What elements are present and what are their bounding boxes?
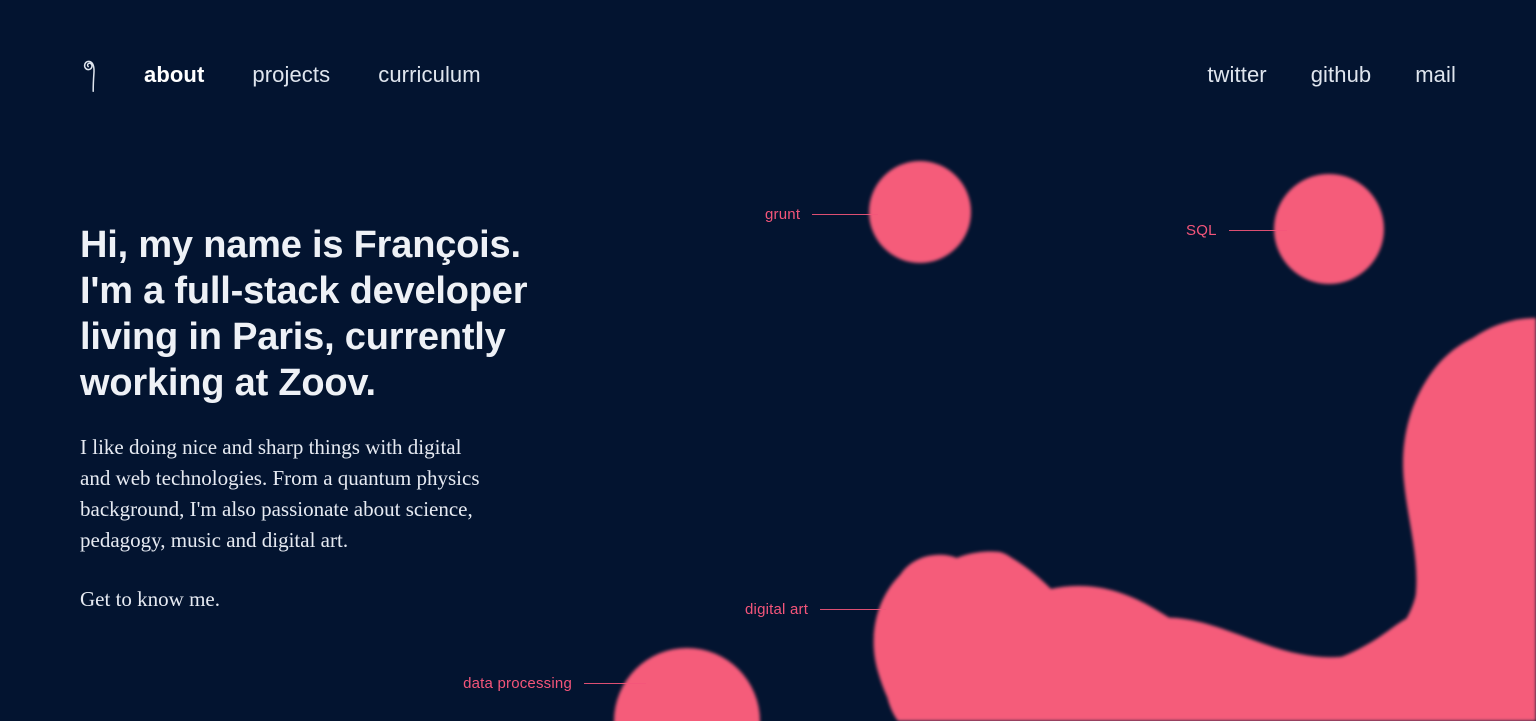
nav-link-github[interactable]: github (1311, 64, 1372, 86)
callout-digital-art: digital art (745, 599, 887, 621)
callout-leader-line (584, 683, 646, 685)
callout-leader-line (1228, 230, 1287, 232)
hero-paragraph-2: Get to know me. (80, 587, 220, 611)
callout-leader-line (812, 214, 879, 216)
blob-wave-left-lobe (873, 554, 1115, 721)
top-navigation: about projects curriculum twitter github… (0, 0, 1536, 150)
hero-paragraph-1: I like doing nice and sharp things with … (80, 435, 480, 552)
nav-link-projects[interactable]: projects (252, 64, 330, 86)
nav-link-about[interactable]: about (144, 64, 204, 86)
blob-large-right (1185, 328, 1536, 721)
callout-sql: SQL (1186, 220, 1287, 242)
callout-leader-line (820, 609, 887, 611)
blob-right-shoulder (1415, 318, 1536, 488)
nav-primary-links: about projects curriculum (80, 54, 481, 96)
callout-grunt-label: grunt (765, 206, 801, 223)
nav-link-mail[interactable]: mail (1415, 64, 1456, 86)
nav-social-links: twitter github mail (1207, 64, 1456, 86)
spiral-fiddlehead-icon[interactable] (80, 54, 106, 96)
callout-digital-art-label: digital art (745, 601, 809, 618)
nav-link-twitter[interactable]: twitter (1207, 64, 1266, 86)
page-title: Hi, my name is François. I'm a full-stac… (80, 224, 528, 404)
nav-link-curriculum[interactable]: curriculum (378, 64, 480, 86)
hero-body-copy: I like doing nice and sharp things with … (80, 432, 480, 615)
blob-central-wave (1046, 339, 1536, 721)
callout-sql-label: SQL (1186, 222, 1217, 239)
blob-circle-sql (1274, 174, 1384, 284)
blob-center-hump (885, 551, 1160, 721)
callout-data-processing-label: data processing (463, 675, 572, 692)
callout-grunt: grunt (765, 204, 879, 226)
callout-data-processing: data processing (462, 673, 646, 695)
blob-circle-grunt (869, 161, 971, 263)
hero-section: Hi, my name is François. I'm a full-stac… (80, 222, 540, 615)
blob-bottom-mass (888, 585, 1536, 721)
